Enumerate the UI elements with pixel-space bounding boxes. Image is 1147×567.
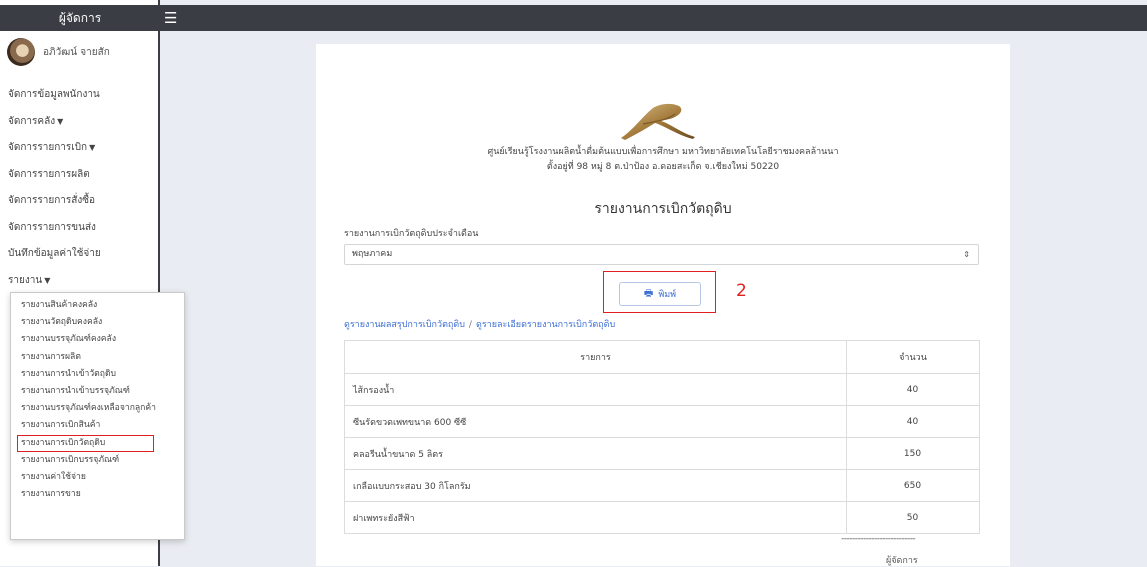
item-quantity: 50	[846, 501, 980, 534]
signature-line: ---------------------------	[841, 534, 916, 544]
sidebar-item-expenses[interactable]: บันทึกข้อมูลค่าใช้จ่าย	[0, 241, 158, 268]
item-quantity: 150	[846, 437, 980, 470]
sidebar-role-title: ผู้จัดการ	[58, 10, 102, 25]
chevron-down-icon: ▼	[44, 275, 51, 285]
table-row: ฝาเพทระยังสีฟ้า 50	[344, 501, 980, 534]
item-name: ฝาเพทระยังสีฟ้า	[344, 501, 847, 534]
sidebar-header: ผู้จัดการ	[0, 5, 160, 31]
select-arrows-icon: ⇕	[963, 250, 970, 259]
menu-item-production-report[interactable]: รายงานการผลิต	[11, 349, 184, 366]
menu-item-raw-import-report[interactable]: รายงานการนำเข้าวัตถุดิบ	[11, 366, 184, 383]
sidebar-item-orders[interactable]: จัดการรายการสั่งซื้อ	[0, 188, 158, 215]
month-select[interactable]: พฤษภาคม ⇕	[344, 244, 979, 265]
user-name: อภิวัฒน์ จายสัก	[43, 46, 110, 58]
detail-report-link[interactable]: ดูรายละเอียดรายงานการเบิกวัตถุดิบ	[476, 320, 615, 330]
table-row: เกลือแบบกระสอบ 30 กิโลกรัม 650	[344, 469, 980, 502]
item-name: เกลือแบบกระสอบ 30 กิโลกรัม	[344, 469, 847, 502]
link-separator: /	[468, 320, 472, 330]
sidebar-item-production[interactable]: จัดการรายการผลิต	[0, 162, 158, 189]
item-quantity: 40	[846, 373, 980, 406]
sidebar-item-reports[interactable]: รายงาน ▼	[0, 268, 158, 295]
chevron-down-icon: ▼	[89, 143, 96, 152]
sidebar-item-withdrawals[interactable]: จัดการรายการเบิก ▼	[0, 135, 158, 162]
menu-item-packaging-withdraw-report[interactable]: รายงานการเบิกบรรจุภัณฑ์	[11, 452, 184, 469]
signature-title: ผู้จัดการ	[886, 556, 918, 566]
report-title: รายงานการเบิกวัตถุดิบ	[594, 201, 732, 217]
item-name: ซีนรัดขวดเพทขนาด 600 ซีซี	[344, 405, 847, 438]
chevron-down-icon: ▼	[57, 116, 64, 126]
sidebar-item-warehouse[interactable]: จัดการคลัง ▼	[0, 109, 158, 136]
item-name: ไส้กรองน้ำ	[344, 373, 847, 406]
menu-item-stock-report[interactable]: รายงานสินค้าคงคลัง	[11, 297, 184, 314]
print-button[interactable]: 🖶 พิมพ์	[619, 282, 701, 306]
menu-item-product-withdraw-report[interactable]: รายงานการเบิกสินค้า	[11, 417, 184, 434]
reports-dropdown-menu: รายงานสินค้าคงคลัง รายงานวัตถุดิบคงคลัง …	[10, 292, 185, 540]
menu-item-customer-packaging-report[interactable]: รายงานบรรจุภัณฑ์คงเหลือจากลูกค้า	[11, 400, 184, 417]
menu-item-packaging-import-report[interactable]: รายงานการนำเข้าบรรจุภัณฑ์	[11, 383, 184, 400]
item-name: คลอรีนน้ำขนาด 5 ลิตร	[344, 437, 847, 470]
menu-item-packaging-stock-report[interactable]: รายงานบรรจุภัณฑ์คงคลัง	[11, 331, 184, 348]
month-select-label: รายงานการเบิกวัตถุดิบประจำเดือน	[344, 229, 479, 239]
item-quantity: 40	[846, 405, 980, 438]
column-header-item: รายการ	[344, 340, 847, 374]
annotation-step-2: 2	[736, 281, 747, 301]
column-header-quantity: จำนวน	[846, 340, 980, 374]
sidebar-nav: จัดการข้อมูลพนักงาน จัดการคลัง ▼ จัดการรา…	[0, 82, 158, 294]
report-links: ดูรายงานผลสรุปการเบิกวัตถุดิบ / ดูรายละเอี…	[344, 317, 615, 331]
item-quantity: 650	[846, 469, 980, 502]
summary-report-link[interactable]: ดูรายงานผลสรุปการเบิกวัตถุดิบ	[344, 320, 465, 330]
menu-item-sales-report[interactable]: รายงานการขาย	[11, 486, 184, 503]
printer-icon: 🖶	[643, 287, 654, 299]
table-header-row: รายการ จำนวน	[344, 340, 980, 374]
organization-name: ศูนย์เรียนรู้โรงงานผลิตน้ำดื่มต้นแบบเพื่…	[487, 147, 839, 157]
table-row: คลอรีนน้ำขนาด 5 ลิตร 150	[344, 437, 980, 470]
withdrawal-table: รายการ จำนวน ไส้กรองน้ำ 40 ซีนรัดขวดเพทขน…	[344, 340, 980, 534]
hamburger-menu-icon[interactable]: ☰	[164, 9, 180, 27]
sidebar-item-employees[interactable]: จัดการข้อมูลพนักงาน	[0, 82, 158, 109]
menu-item-expense-report[interactable]: รายงานค่าใช้จ่าย	[11, 469, 184, 486]
menu-item-raw-withdraw-report[interactable]: รายงานการเบิกวัตถุดิบ	[17, 434, 154, 452]
month-select-value: พฤษภาคม	[352, 249, 393, 259]
user-profile[interactable]: อภิวัฒน์ จายสัก	[7, 38, 110, 66]
avatar	[7, 38, 35, 66]
menu-item-raw-stock-report[interactable]: รายงานวัตถุดิบคงคลัง	[11, 314, 184, 331]
organization-address: ตั้งอยู่ที่ 98 หมู่ 8 ต.ป่าป้อง อ.ดอยสะเ…	[546, 162, 780, 172]
table-row: ไส้กรองน้ำ 40	[344, 373, 980, 406]
report-card: ศูนย์เรียนรู้โรงงานผลิตน้ำดื่มต้นแบบเพื่…	[316, 44, 1010, 566]
table-row: ซีนรัดขวดเพทขนาด 600 ซีซี 40	[344, 405, 980, 438]
company-logo	[621, 103, 695, 140]
print-button-label: พิมพ์	[658, 290, 677, 300]
top-navbar: ☰	[160, 5, 1147, 31]
sidebar-item-shipping[interactable]: จัดการรายการขนส่ง	[0, 215, 158, 242]
